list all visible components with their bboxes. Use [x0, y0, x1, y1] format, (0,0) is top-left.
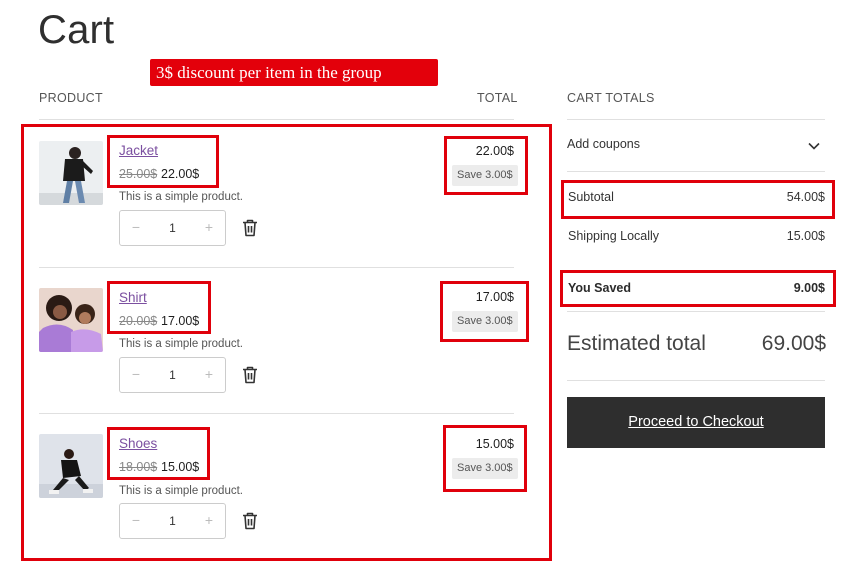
highlight-you-saved — [560, 270, 836, 307]
highlight-shirt-total — [440, 281, 529, 342]
highlight-subtotal — [561, 180, 835, 219]
highlight-shirt-price — [107, 281, 211, 334]
shipping-value: 15.00$ — [786, 229, 825, 243]
highlight-jacket-price — [107, 135, 219, 188]
column-header-total: TOTAL — [477, 91, 518, 105]
cart-totals-heading: CART TOTALS — [567, 91, 655, 105]
saved-divider — [567, 311, 825, 312]
estimated-total-value: 69.00$ — [761, 332, 826, 355]
highlight-shoes-total — [443, 425, 527, 492]
table-top-divider — [39, 119, 514, 120]
estimated-divider — [567, 380, 825, 381]
totals-top-divider — [567, 119, 825, 120]
coupons-divider — [567, 171, 825, 172]
highlight-shoes-price — [107, 427, 210, 480]
chevron-down-icon[interactable] — [808, 142, 820, 150]
column-header-product: PRODUCT — [39, 91, 103, 105]
highlight-jacket-total — [444, 136, 528, 195]
page-title: Cart — [38, 8, 115, 52]
estimated-total-label: Estimated total — [567, 332, 706, 355]
add-coupons-toggle[interactable]: Add coupons — [567, 137, 640, 151]
discount-annotation: 3$ discount per item in the group — [150, 59, 438, 86]
proceed-to-checkout-button[interactable]: Proceed to Checkout — [567, 397, 825, 448]
shipping-label: Shipping Locally — [568, 229, 660, 243]
